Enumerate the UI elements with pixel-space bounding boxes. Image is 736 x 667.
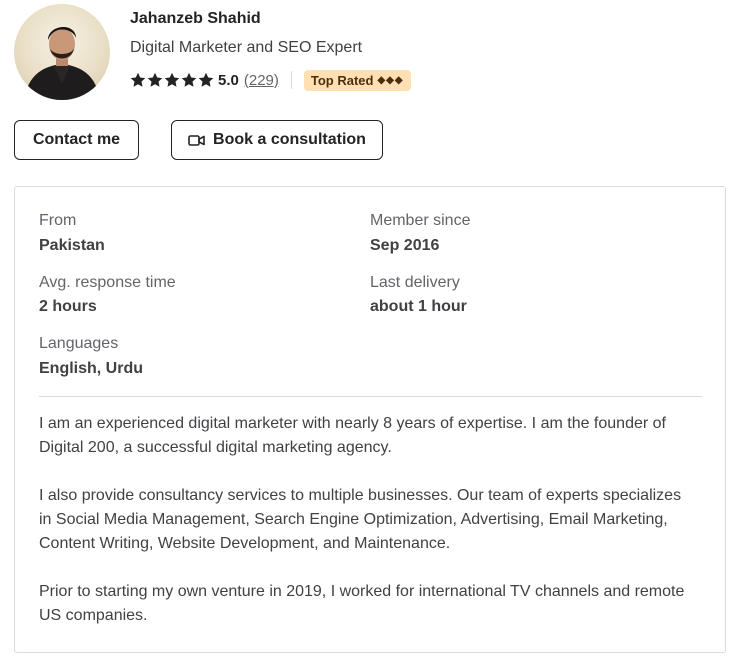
bio-paragraph: I am an experienced digital marketer wit… [39, 415, 666, 456]
book-consultation-button[interactable]: Book a consultation [171, 120, 383, 160]
seller-name[interactable]: Jahanzeb Shahid [130, 10, 261, 28]
member-since-label: Member since [370, 212, 471, 229]
bio-paragraph: Prior to starting my own venture in 2019… [39, 583, 685, 624]
divider [290, 71, 292, 89]
seller-title: Digital Marketer and SEO Expert [130, 39, 363, 56]
languages-value: English, Urdu [39, 360, 143, 377]
bio-paragraph: I also provide consultancy services to m… [39, 487, 682, 552]
seller-info-card: From Pakistan Member since Sep 2016 Avg.… [14, 186, 726, 653]
review-count-link[interactable]: (229) [244, 72, 279, 89]
top-rated-badge[interactable]: Top Rated ◆◆◆ [303, 69, 411, 91]
last-delivery-label: Last delivery [370, 274, 460, 291]
badge-label: Top Rated [310, 72, 374, 88]
star-icon [198, 72, 214, 87]
book-consultation-label: Book a consultation [213, 131, 366, 148]
rating-score: 5.0 [218, 71, 239, 89]
response-time-value: 2 hours [39, 298, 97, 315]
diamond-icon: ◆◆◆ [377, 74, 404, 86]
divider [39, 396, 702, 397]
star-icon [147, 72, 163, 87]
avatar[interactable] [14, 4, 110, 100]
contact-me-label: Contact me [32, 131, 121, 148]
video-icon [188, 134, 205, 146]
star-icon [164, 72, 180, 87]
contact-me-button[interactable]: Contact me [14, 120, 139, 160]
seller-bio: I am an experienced digital marketer wit… [39, 412, 689, 652]
from-label: From [39, 212, 77, 229]
last-delivery-value: about 1 hour [370, 298, 467, 315]
star-icon [181, 72, 197, 87]
from-value: Pakistan [39, 237, 105, 254]
star-rating [130, 72, 214, 88]
profile-photo [24, 26, 100, 100]
response-time-label: Avg. response time [39, 274, 176, 291]
rating-row: 5.0 (229) Top Rated ◆◆◆ [130, 68, 411, 92]
languages-label: Languages [39, 335, 119, 352]
member-since-value: Sep 2016 [370, 237, 440, 254]
star-icon [130, 72, 146, 87]
